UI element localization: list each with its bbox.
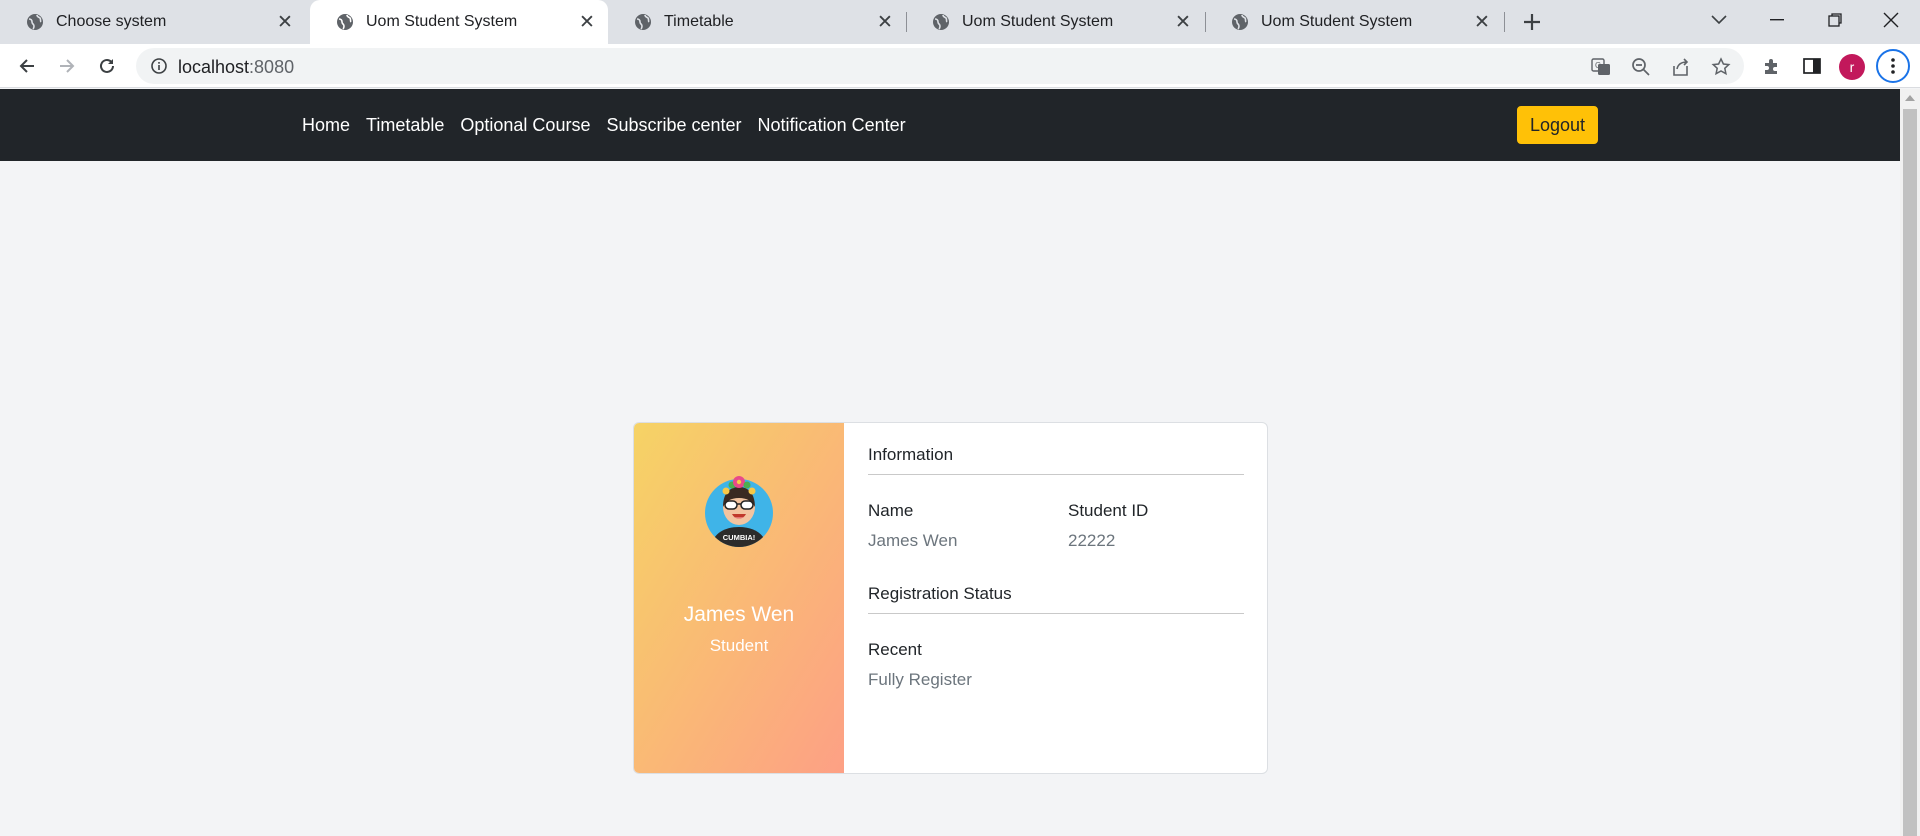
registration-status-heading: Registration Status (868, 584, 1012, 603)
browser-tabstrip: Choose system ✕ Uom Student System ✕ Tim… (0, 0, 1920, 44)
scrollbar-thumb[interactable] (1903, 109, 1917, 836)
profile-card: CUMBIA! James Wen Student Information Na… (633, 422, 1268, 774)
back-arrow-icon[interactable] (10, 49, 44, 83)
globe-icon (337, 14, 353, 30)
url-text: localhost:8080 (178, 57, 294, 78)
nav-link-home[interactable]: Home (302, 115, 350, 136)
close-icon[interactable]: ✕ (574, 9, 600, 35)
profile-name: James Wen (683, 603, 795, 626)
browser-tab[interactable]: Uom Student System ✕ (1205, 0, 1503, 44)
share-icon[interactable] (1670, 56, 1692, 78)
kebab-menu-icon[interactable] (1876, 49, 1910, 83)
close-icon[interactable]: ✕ (272, 9, 298, 35)
tab-title: Choose system (56, 13, 167, 30)
nav-link-notification-center[interactable]: Notification Center (758, 115, 906, 136)
student-id-value: 22222 (1068, 531, 1116, 550)
profile-role: Student (709, 636, 769, 655)
recent-value: Fully Register (868, 670, 972, 689)
svg-text:G: G (1595, 61, 1601, 70)
nav-link-subscribe-center[interactable]: Subscribe center (606, 115, 741, 136)
nav-link-optional-course[interactable]: Optional Course (460, 115, 590, 136)
info-icon[interactable] (150, 57, 168, 75)
browser-toolbar: localhost:8080 G r (0, 44, 1920, 88)
address-bar[interactable]: localhost:8080 G (136, 48, 1744, 84)
globe-icon (1232, 14, 1248, 30)
name-value: James Wen (868, 531, 958, 550)
profile-card-sidebar: CUMBIA! James Wen Student (634, 423, 844, 773)
nav-links: Home Timetable Optional Course Subscribe… (302, 89, 906, 161)
translate-icon[interactable]: G (1590, 56, 1612, 78)
minimize-icon[interactable] (1748, 0, 1806, 40)
bookmark-star-icon[interactable] (1710, 56, 1732, 78)
site-navbar: Home Timetable Optional Course Subscribe… (0, 89, 1900, 161)
url-host: localhost (178, 57, 250, 77)
scroll-up-arrow-icon[interactable] (1905, 95, 1915, 101)
avatar-shirt-text: CUMBIA! (723, 533, 756, 542)
page-viewport: Home Timetable Optional Course Subscribe… (0, 89, 1900, 836)
browser-tab[interactable]: Timetable ✕ (608, 0, 906, 44)
close-icon[interactable]: ✕ (872, 9, 898, 35)
student-id-label: Student ID (1068, 501, 1149, 520)
reload-icon[interactable] (90, 49, 124, 83)
information-heading: Information (868, 445, 954, 464)
globe-icon (635, 14, 651, 30)
globe-icon (27, 14, 43, 30)
url-port: :8080 (249, 57, 295, 77)
browser-tab[interactable]: Uom Student System ✕ (906, 0, 1204, 44)
profile-card-details: Information Name James Wen Student ID 22… (844, 423, 1267, 773)
zoom-out-icon[interactable] (1630, 56, 1652, 78)
new-tab-plus-icon[interactable] (1516, 6, 1548, 38)
tab-title: Uom Student System (1261, 13, 1413, 30)
browser-tab-active[interactable]: Uom Student System ✕ (310, 0, 608, 44)
close-icon[interactable]: ✕ (1469, 9, 1495, 35)
logout-button[interactable]: Logout (1517, 106, 1598, 144)
page-scrollbar[interactable] (1900, 89, 1920, 836)
tab-title: Uom Student System (366, 13, 518, 30)
tab-separator (1504, 12, 1505, 32)
registration-divider (868, 613, 1244, 614)
tab-title: Timetable (664, 13, 734, 30)
extensions-puzzle-icon[interactable] (1757, 51, 1787, 81)
close-icon[interactable]: ✕ (1170, 9, 1196, 35)
nav-link-timetable[interactable]: Timetable (366, 115, 444, 136)
tab-search-chevron-icon[interactable] (1690, 0, 1748, 40)
profile-avatar[interactable]: r (1839, 54, 1865, 80)
recent-label: Recent (868, 640, 922, 659)
name-label: Name (868, 501, 914, 520)
information-divider (868, 474, 1244, 475)
forward-arrow-icon[interactable] (50, 49, 84, 83)
browser-tab[interactable]: Choose system ✕ (0, 0, 306, 44)
window-close-icon[interactable] (1862, 0, 1920, 40)
restore-icon[interactable] (1806, 0, 1864, 40)
avatar: CUMBIA! (705, 476, 773, 547)
globe-icon (933, 14, 949, 30)
tab-title: Uom Student System (962, 13, 1114, 30)
side-panel-icon[interactable] (1797, 51, 1827, 81)
